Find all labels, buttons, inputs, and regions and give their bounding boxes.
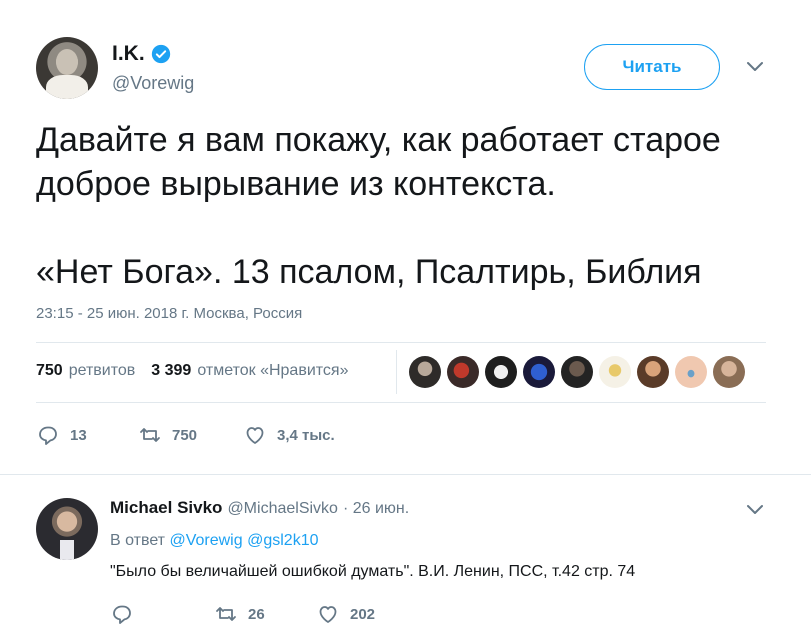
tweet-text-line: «Нет Бога». 13 псалом, Псалтирь, Библия: [36, 253, 702, 291]
liker-avatars: [409, 356, 745, 388]
tweet-stats: 750 ретвитов 3 399 отметок «Нравится»: [36, 362, 358, 380]
reply-prefix: В ответ: [110, 532, 166, 549]
retweet-action[interactable]: 750: [138, 423, 243, 447]
stats-separator: [396, 350, 397, 394]
author-name-row[interactable]: I.K.: [112, 42, 171, 66]
reply-icon: [113, 605, 131, 624]
like-count: 202: [350, 605, 376, 623]
liker-avatar[interactable]: [447, 356, 479, 388]
likes-stat[interactable]: 3 399 отметок «Нравится»: [151, 362, 348, 380]
reply-count: 13: [70, 426, 87, 444]
reply-date[interactable]: · 26 июн.: [343, 500, 409, 518]
reply-actions: 26 202: [110, 602, 375, 626]
retweet-action[interactable]: 26: [214, 602, 316, 626]
divider: [36, 402, 766, 403]
chevron-down-icon[interactable]: [745, 60, 765, 74]
author-avatar[interactable]: [36, 37, 98, 99]
liker-avatar[interactable]: [409, 356, 441, 388]
like-count: 3,4 тыс.: [277, 426, 335, 444]
tweet-text-line: Давайте я вам покажу, как работает старо…: [36, 121, 721, 159]
reply-to-line: В ответ @Vorewig @gsl2k10: [110, 532, 318, 550]
verified-badge-icon: [151, 44, 170, 64]
reply-author-handle[interactable]: @MichaelSivko: [227, 500, 338, 518]
divider: [0, 474, 811, 475]
tweet-text: Давайте я вам покажу, как работает старо…: [36, 118, 776, 294]
reply-mention-link[interactable]: @gsl2k10: [247, 532, 318, 549]
retweet-count: 750: [172, 426, 198, 444]
retweets-count: 750: [36, 362, 63, 379]
liker-avatar[interactable]: [713, 356, 745, 388]
tweet-text-line: доброе вырывание из контекста.: [36, 165, 556, 203]
reply-author-avatar[interactable]: [36, 498, 98, 560]
liker-avatar[interactable]: [599, 356, 631, 388]
author-handle[interactable]: @Vorewig: [112, 73, 194, 94]
author-name[interactable]: I.K.: [112, 42, 145, 66]
reply-author-name[interactable]: Michael Sivko: [110, 498, 222, 518]
follow-button[interactable]: Читать: [584, 44, 720, 90]
reply-icon: [39, 426, 57, 445]
reply-action[interactable]: [110, 602, 214, 626]
retweets-stat[interactable]: 750 ретвитов: [36, 362, 135, 380]
likes-count: 3 399: [151, 362, 192, 379]
heart-icon: [246, 427, 264, 444]
divider: [36, 342, 766, 343]
liker-avatar[interactable]: [561, 356, 593, 388]
like-action[interactable]: 202: [316, 602, 375, 626]
retweet-icon: [140, 428, 160, 442]
tweet-timestamp[interactable]: 23:15 - 25 июн. 2018 г. Москва, Россия: [36, 305, 302, 322]
retweets-label: ретвитов: [68, 362, 136, 379]
retweet-icon: [216, 607, 236, 621]
tweet-actions: 13 750 3,4 тыс.: [36, 423, 335, 447]
reply-text: "Было бы величайшей ошибкой думать". В.И…: [110, 563, 636, 580]
heart-icon: [319, 606, 337, 623]
reply-action[interactable]: 13: [36, 423, 138, 447]
liker-avatar[interactable]: [523, 356, 555, 388]
liker-avatar[interactable]: [675, 356, 707, 388]
liker-avatar[interactable]: [485, 356, 517, 388]
likes-label: отметок «Нравится»: [197, 362, 349, 379]
reply-header: Michael Sivko @MichaelSivko · 26 июн.: [110, 498, 409, 518]
reply-mention-link[interactable]: @Vorewig: [169, 532, 242, 549]
liker-avatar[interactable]: [637, 356, 669, 388]
retweet-count: 26: [248, 605, 265, 623]
like-action[interactable]: 3,4 тыс.: [243, 423, 335, 447]
chevron-down-icon[interactable]: [745, 503, 765, 517]
